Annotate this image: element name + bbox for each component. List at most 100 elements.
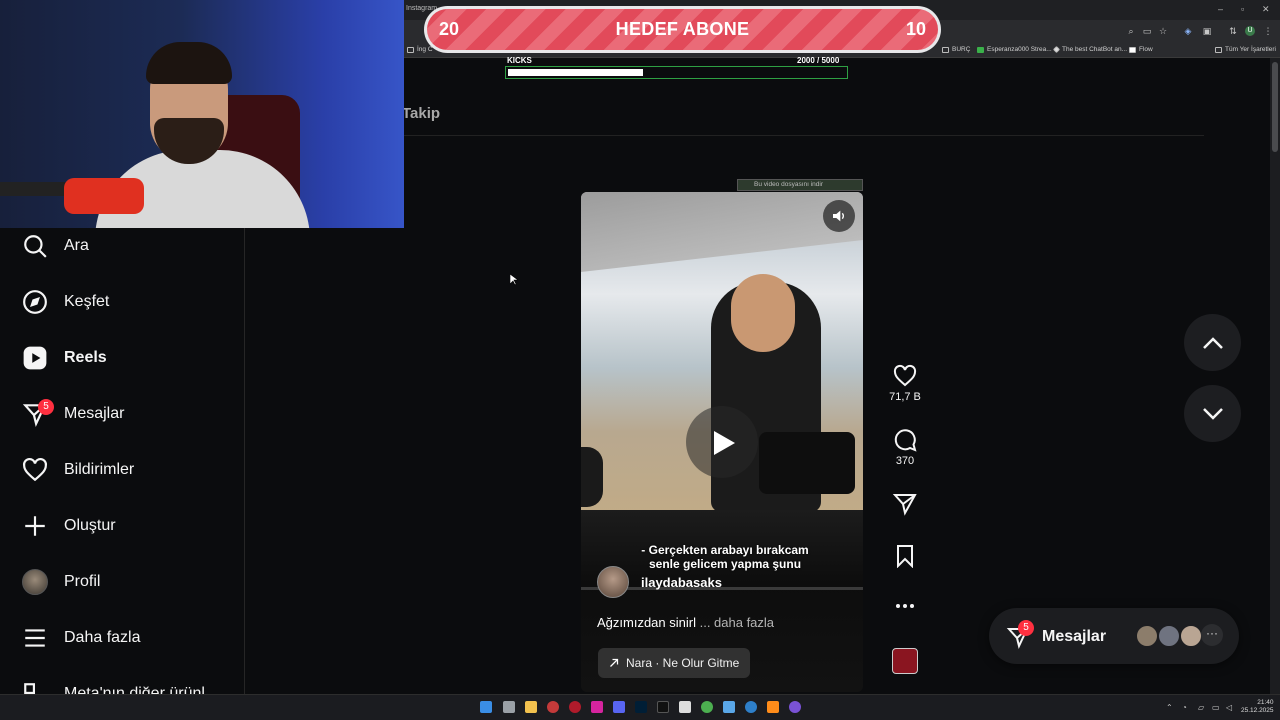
avatar	[1135, 624, 1159, 648]
start-icon[interactable]	[480, 701, 492, 713]
clock-time: 21:40	[1257, 699, 1274, 706]
sidebar-item-label: Ara	[64, 237, 89, 254]
play-icon	[714, 431, 735, 455]
previous-reel-button[interactable]	[1184, 314, 1241, 371]
sidebar-item-reels[interactable]: Reels	[22, 342, 107, 374]
scrollbar-thumb[interactable]	[1272, 62, 1278, 152]
bookmark-item[interactable]: BURÇ	[942, 46, 970, 53]
side-mirror	[581, 447, 603, 507]
tab-following[interactable]: Takip	[402, 105, 440, 122]
volume-button[interactable]	[823, 200, 855, 232]
webcam-feed	[0, 0, 404, 228]
app-icon[interactable]	[547, 701, 559, 713]
photoshop-icon[interactable]	[635, 701, 647, 713]
messages-pill-badge: 5	[1018, 620, 1034, 636]
author-username[interactable]: ilaydabasaks	[641, 575, 722, 590]
comment-icon	[894, 429, 917, 452]
scrollbar[interactable]	[1270, 58, 1280, 694]
sidebar-item-more[interactable]: Daha fazla	[22, 622, 141, 654]
speaker-icon	[833, 210, 844, 222]
like-button[interactable]: 71,7 B	[885, 364, 925, 403]
sidebar-item-notifications[interactable]: Bildirimler	[22, 454, 134, 486]
bookmark-item[interactable]: Flow	[1129, 46, 1153, 53]
woman-head	[731, 274, 795, 352]
sidebar-item-label: Keşfet	[64, 293, 110, 310]
more-link[interactable]: ... daha fazla	[696, 615, 774, 630]
cast-icon[interactable]: ▭	[1142, 26, 1152, 36]
tray-icon[interactable]: ▱	[1198, 703, 1204, 712]
sidebar-item-profile[interactable]: Profil	[22, 566, 100, 598]
tiktok-icon[interactable]	[657, 701, 669, 713]
kebab-menu-icon[interactable]: ⋮	[1263, 26, 1273, 36]
avatar	[22, 569, 48, 595]
app-icon[interactable]	[679, 701, 691, 713]
puzzle-icon[interactable]: ▣	[1202, 26, 1212, 36]
goal-bar-fill: 20 HEDEF ABONE 10	[427, 9, 938, 50]
profile-icon[interactable]: U	[1245, 26, 1255, 36]
bookmark-item[interactable]: The best ChatBot an...	[1052, 45, 1127, 54]
sidebar-divider	[244, 228, 245, 694]
chevron-down-icon	[1202, 407, 1223, 420]
sidebar-item-label: Reels	[64, 349, 107, 366]
author-avatar[interactable]	[597, 566, 629, 598]
extension-icon[interactable]: ◈	[1183, 26, 1193, 36]
kicks-label: KICKS	[507, 56, 532, 65]
network-icon[interactable]: ▭	[1212, 703, 1220, 712]
audio-thumbnail[interactable]	[892, 648, 918, 674]
messages-more-icon[interactable]: ···	[1201, 624, 1223, 646]
zoom-icon[interactable]: ⌕	[1126, 26, 1136, 36]
close-icon[interactable]: ✕	[1262, 4, 1270, 15]
volume-icon[interactable]: ◁	[1226, 703, 1232, 712]
sidebar-item-messages[interactable]: 5 Mesajlar	[22, 398, 124, 430]
music-chip[interactable]: Nara · Ne Olur Gitme	[598, 648, 750, 678]
folder-icon	[1215, 46, 1222, 53]
flow-icon	[1129, 46, 1136, 53]
messages-pill-label: Mesajlar	[1042, 628, 1107, 645]
arrow-up-right-icon	[610, 658, 619, 667]
tray-chevron-icon[interactable]: ⌃	[1166, 703, 1173, 712]
kicks-progress-bar	[505, 66, 848, 79]
system-clock[interactable]: 21:40 25.12.2025	[1241, 699, 1274, 715]
opera-icon[interactable]	[569, 701, 581, 713]
bookmark-item[interactable]: Esperanza000 Strea...	[977, 46, 1052, 53]
download-video-bar[interactable]: Bu video dosyasını indir	[737, 179, 863, 191]
tray-icon[interactable]: ◔	[1182, 703, 1187, 712]
star-icon[interactable]: ☆	[1158, 26, 1168, 36]
green-icon	[977, 46, 984, 53]
save-button[interactable]	[885, 544, 925, 568]
music-title: Nara · Ne Olur Gitme	[626, 656, 740, 670]
sidebar-item-search[interactable]: Ara	[22, 230, 89, 262]
instagram-icon[interactable]	[591, 701, 603, 713]
more-options-button[interactable]	[885, 600, 925, 612]
all-bookmarks[interactable]: Tüm Yer İşaretleri	[1215, 46, 1276, 53]
bookmark-icon	[897, 545, 913, 568]
share-button[interactable]	[885, 492, 925, 516]
kicks-count: 2000 / 5000	[797, 56, 840, 65]
compass-icon	[23, 290, 47, 314]
edge-icon[interactable]	[745, 701, 757, 713]
next-reel-button[interactable]	[1184, 385, 1241, 442]
avatar	[1157, 624, 1181, 648]
goal-target: 10	[905, 19, 926, 39]
minimize-icon[interactable]: –	[1218, 4, 1223, 14]
sidebar-item-label: Oluştur	[64, 517, 116, 534]
task-view-icon[interactable]	[503, 701, 515, 713]
play-button[interactable]	[686, 406, 758, 478]
mic-arm	[0, 182, 70, 196]
chrome-icon[interactable]	[701, 701, 713, 713]
handbag	[759, 432, 855, 494]
sidebar-item-create[interactable]: Oluştur	[22, 510, 116, 542]
obs-icon[interactable]	[789, 701, 801, 713]
sidebar-item-explore[interactable]: Keşfet	[22, 286, 109, 318]
notepad-icon[interactable]	[723, 701, 735, 713]
comment-button[interactable]: 370	[885, 428, 925, 467]
like-count: 71,7 B	[889, 391, 921, 403]
maximize-icon[interactable]: ▫	[1241, 4, 1244, 14]
discord-icon[interactable]	[613, 701, 625, 713]
messenger-icon-wrap: 5	[22, 399, 54, 427]
reel-description: Ağzımızdan sinirl ... daha fazla	[597, 615, 774, 630]
file-explorer-icon[interactable]	[525, 701, 537, 713]
app-icon[interactable]	[767, 701, 779, 713]
profile-switch-icon[interactable]: ⇅	[1228, 26, 1238, 36]
bookmark-item[interactable]: İng C	[407, 46, 433, 53]
